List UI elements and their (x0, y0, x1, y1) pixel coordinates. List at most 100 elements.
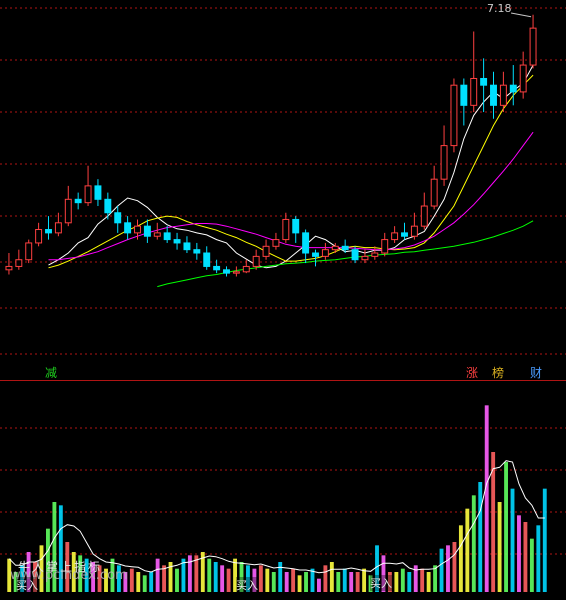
volume-bar (536, 525, 541, 592)
candle-body (5, 265, 13, 271)
candle-body (499, 84, 507, 106)
candle-body (302, 232, 310, 254)
candle-body (430, 178, 438, 207)
volume-bar (142, 575, 147, 592)
volume-bar (284, 572, 289, 592)
candle-body (361, 255, 369, 261)
volume-bar (155, 558, 160, 592)
candle-body (519, 64, 527, 93)
volume-bar (323, 565, 328, 592)
volume-bar (504, 462, 508, 592)
candle-body (25, 242, 33, 261)
event-tag-finance[interactable]: 财 (529, 366, 543, 380)
volume-bar (420, 568, 425, 592)
candle-body (143, 225, 151, 237)
volume-bar (478, 482, 483, 592)
volume-bar (162, 565, 167, 592)
volume-bar (426, 572, 431, 592)
volume-bar (394, 572, 399, 592)
buy-signal-label: 买入 (16, 577, 38, 593)
volume-bar (297, 575, 302, 592)
volume-bar (529, 538, 534, 592)
candle-body (203, 252, 211, 267)
event-tag-ranking[interactable]: 榜 (491, 366, 505, 380)
candle-body (480, 77, 488, 86)
candle-body (114, 212, 122, 224)
high-marker-line (510, 12, 532, 18)
candlesticks (5, 12, 537, 277)
candle-body (401, 232, 408, 237)
volume-bar (355, 572, 360, 592)
candle-body (381, 239, 389, 254)
volume-bar (510, 488, 515, 592)
price-grid (0, 7, 566, 355)
volume-bar (329, 562, 334, 592)
candle-body (410, 225, 418, 237)
volume-bar (278, 562, 283, 592)
volume-bar (317, 578, 321, 592)
candle-body (292, 218, 300, 234)
volume-bar (400, 568, 405, 592)
event-tag-limit-up[interactable]: 涨 (465, 366, 479, 380)
candle-body (163, 232, 171, 241)
volume-bar (342, 568, 347, 592)
candle-body (282, 218, 290, 241)
buy-signal-label: 买入 (236, 577, 258, 593)
volume-bar (310, 568, 315, 592)
candle-body (35, 229, 43, 244)
panel-divider (0, 380, 566, 381)
candle-body (371, 252, 379, 257)
volume-bar (271, 572, 276, 592)
volume-bar (175, 568, 179, 592)
candle-body (341, 245, 349, 251)
candle-body (252, 255, 260, 267)
candle-body (45, 229, 52, 234)
candle-body (213, 265, 221, 271)
volume-bar (458, 525, 463, 592)
volume-bar (497, 502, 502, 592)
volume-bar (291, 568, 296, 592)
volume-bar (349, 572, 354, 592)
candle-body (134, 225, 141, 234)
volume-bar (265, 568, 270, 592)
volume-bar (523, 522, 528, 592)
candle-body (450, 84, 458, 147)
candle-body (321, 249, 329, 257)
volume-ma-line (8, 460, 545, 574)
candle-body (509, 84, 517, 93)
candle-body (94, 185, 102, 200)
candle-body (124, 222, 132, 234)
candle-body (74, 198, 82, 204)
candle-body (84, 185, 92, 204)
volume-bar (213, 562, 218, 592)
candle-body (15, 259, 23, 267)
ma-line (157, 220, 534, 288)
volume-bar (439, 548, 444, 592)
candle-body (440, 145, 448, 180)
candle-body (223, 269, 230, 274)
candle-body (104, 198, 112, 214)
volume-bar (220, 565, 225, 592)
volume-bar (517, 515, 521, 592)
volume-bar (304, 572, 308, 592)
candle-body (420, 205, 428, 227)
candle-body (490, 84, 497, 106)
candle-body (331, 245, 339, 251)
candle-body (391, 232, 399, 241)
high-price-label: 7.18 (487, 2, 512, 15)
volume-bar (484, 405, 489, 592)
candle-body (183, 242, 191, 251)
candle-body (193, 249, 201, 254)
event-tag-reduce[interactable]: 减 (44, 366, 58, 380)
volume-bar (465, 508, 470, 592)
candle-body (312, 252, 319, 257)
candle-body (242, 265, 250, 273)
candle-body (460, 84, 468, 106)
volume-bar (129, 568, 134, 592)
volume-bar (149, 572, 154, 592)
volume-bar (136, 572, 141, 592)
chart-canvas[interactable] (0, 0, 566, 596)
volume-bar (433, 565, 438, 592)
volume-bar (471, 495, 476, 592)
candle-body (272, 239, 280, 247)
